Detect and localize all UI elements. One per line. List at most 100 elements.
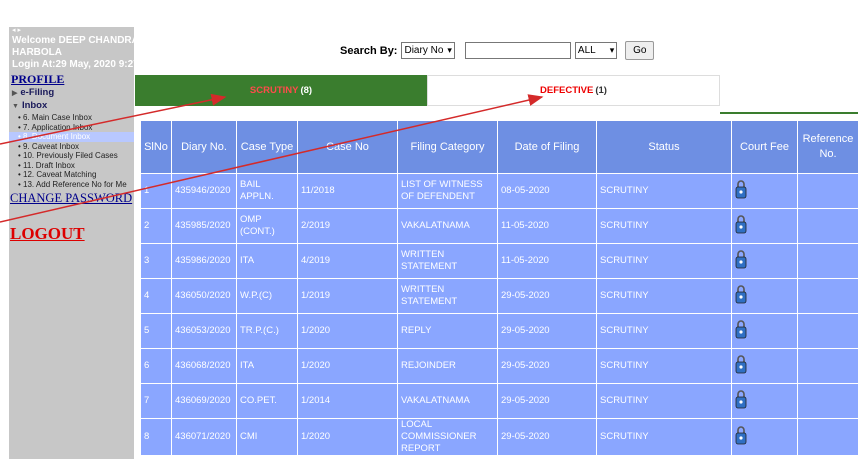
- lock-icon[interactable]: [735, 389, 747, 413]
- inbox-item-application[interactable]: • 7. Application Inbox: [9, 123, 134, 133]
- case-no-cell: 2/2019: [297, 208, 398, 244]
- chevron-down-icon: ▾: [447, 45, 452, 55]
- diary-no-cell: 436071/2020: [171, 418, 237, 456]
- inbox-item-caveat[interactable]: • 9. Caveat Inbox: [9, 142, 134, 152]
- search-label: Search By:: [340, 44, 398, 57]
- status-cell: SCRUTINY: [596, 243, 732, 279]
- lock-icon[interactable]: [735, 214, 747, 238]
- tab-scrutiny-count: (8): [300, 85, 313, 96]
- inbox-item-draft[interactable]: • 11. Draft Inbox: [9, 161, 134, 171]
- case-type-cell: W.P.(C): [236, 278, 298, 314]
- logout-link[interactable]: LOGOUT: [9, 224, 134, 244]
- lock-icon[interactable]: [735, 319, 747, 343]
- col-header: Filing Category: [397, 120, 498, 174]
- case-no-cell: 1/2020: [297, 313, 398, 349]
- tab-scrutiny[interactable]: SCRUTINY (8): [135, 75, 427, 106]
- menu-efiling-label: e-Filing: [20, 87, 55, 98]
- col-header: Status: [596, 120, 732, 174]
- reference-no-cell: [797, 383, 858, 419]
- profile-link[interactable]: PROFILE: [9, 72, 134, 87]
- lock-icon[interactable]: [735, 249, 747, 273]
- case-type-cell: TR.P.(C.): [236, 313, 298, 349]
- lock-icon[interactable]: [735, 425, 747, 449]
- filter-value: ALL: [577, 45, 596, 56]
- col-header: Court Fee: [731, 120, 798, 174]
- slno-cell: 5: [140, 313, 172, 349]
- court-fee-cell: [731, 243, 798, 279]
- table-row: 3 435986/2020 ITA 4/2019 WRITTEN STATEMENT 11…: [140, 243, 858, 279]
- filing-category-cell: REJOINDER: [397, 348, 498, 384]
- diary-no-cell: 436050/2020: [171, 278, 237, 314]
- table-row: 1 435946/2020 BAIL APPLN. 11/2018 LIST OF WI…: [140, 173, 858, 209]
- inbox-item-caveat-matching[interactable]: • 12. Caveat Matching: [9, 170, 134, 180]
- col-header: Date of Filing: [497, 120, 597, 174]
- court-fee-cell: [731, 313, 798, 349]
- reference-no-cell: [797, 348, 858, 384]
- go-button[interactable]: Go: [625, 41, 655, 60]
- tab-defective[interactable]: DEFECTIVE (1): [427, 75, 720, 106]
- case-no-cell: 1/2020: [297, 348, 398, 384]
- date-of-filing-cell: 29-05-2020: [497, 348, 597, 384]
- date-of-filing-cell: 29-05-2020: [497, 313, 597, 349]
- case-no-cell: 1/2019: [297, 278, 398, 314]
- lock-icon[interactable]: [735, 284, 747, 308]
- status-cell: SCRUTINY: [596, 313, 732, 349]
- court-fee-cell: [731, 208, 798, 244]
- inbox-item-add-reference[interactable]: • 13. Add Reference No for Me: [9, 180, 134, 190]
- lock-icon[interactable]: [735, 179, 747, 203]
- welcome-text-line2: HARBOLA: [12, 47, 62, 58]
- slno-cell: 4: [140, 278, 172, 314]
- diary-no-cell: 435985/2020: [171, 208, 237, 244]
- table-row: 6 436068/2020 ITA 1/2020 REJOINDER 29-05-2020…: [140, 348, 858, 384]
- cases-table: SlNo Diary No. Case Type Case No Filing …: [140, 120, 858, 456]
- search-bar: Search By: Diary No ▾ ALL ▾ Go: [340, 41, 655, 60]
- col-header: Case Type: [236, 120, 298, 174]
- tab-scrutiny-label: SCRUTINY: [249, 85, 299, 96]
- reference-no-cell: [797, 278, 858, 314]
- reference-no-cell: [797, 173, 858, 209]
- date-of-filing-cell: 11-05-2020: [497, 208, 597, 244]
- date-of-filing-cell: 08-05-2020: [497, 173, 597, 209]
- status-cell: SCRUTINY: [596, 208, 732, 244]
- collapse-arrows-icon[interactable]: ◂ ▸: [9, 27, 134, 35]
- search-by-select[interactable]: Diary No ▾: [401, 42, 455, 59]
- change-password-link[interactable]: CHANGE PASSWORD: [9, 191, 134, 206]
- table-row: 7 436069/2020 CO.PET. 1/2014 VAKALATNAMA 29-0…: [140, 383, 858, 419]
- court-fee-cell: [731, 418, 798, 456]
- col-header: Case No: [297, 120, 398, 174]
- slno-cell: 6: [140, 348, 172, 384]
- diary-no-cell: 436053/2020: [171, 313, 237, 349]
- court-fee-cell: [731, 383, 798, 419]
- slno-cell: 1: [140, 173, 172, 209]
- menu-inbox[interactable]: ▼ Inbox: [9, 100, 134, 113]
- table-row: 5 436053/2020 TR.P.(C.) 1/2020 REPLY 29-05-20…: [140, 313, 858, 349]
- tab-defective-label: DEFECTIVE: [540, 85, 594, 96]
- status-cell: SCRUTINY: [596, 278, 732, 314]
- chevron-down-icon: ▾: [609, 45, 615, 55]
- col-header: SlNo: [140, 120, 172, 174]
- status-cell: SCRUTINY: [596, 418, 732, 456]
- slno-cell: 7: [140, 383, 172, 419]
- diary-no-cell: 435946/2020: [171, 173, 237, 209]
- lock-icon[interactable]: [735, 354, 747, 378]
- inbox-item-main-case[interactable]: • 6. Main Case Inbox: [9, 113, 134, 123]
- sidebar: ◂ ▸ Welcome DEEP CHANDRA HARBOLA Login A…: [9, 27, 134, 459]
- status-cell: SCRUTINY: [596, 348, 732, 384]
- case-no-cell: 1/2014: [297, 383, 398, 419]
- inbox-item-previously-filed[interactable]: • 10. Previously Filed Cases: [9, 151, 134, 161]
- filing-category-cell: LOCAL COMMISSIONER REPORT: [397, 418, 498, 456]
- case-type-cell: OMP (CONT.): [236, 208, 298, 244]
- diary-no-cell: 436069/2020: [171, 383, 237, 419]
- reference-no-cell: [797, 243, 858, 279]
- inbox-item-document[interactable]: • 8. Document Inbox: [9, 132, 134, 142]
- filing-category-cell: VAKALATNAMA: [397, 383, 498, 419]
- filing-category-cell: WRITTEN STATEMENT: [397, 243, 498, 279]
- filter-select[interactable]: ALL ▾: [574, 42, 618, 59]
- court-fee-cell: [731, 348, 798, 384]
- menu-efiling[interactable]: ▶ e-Filing: [9, 87, 134, 100]
- reference-no-cell: [797, 313, 858, 349]
- tab-defective-count: (1): [595, 85, 607, 96]
- date-of-filing-cell: 29-05-2020: [497, 278, 597, 314]
- search-input[interactable]: [464, 42, 571, 59]
- table-row: 4 436050/2020 W.P.(C) 1/2019 WRITTEN STATEME…: [140, 278, 858, 314]
